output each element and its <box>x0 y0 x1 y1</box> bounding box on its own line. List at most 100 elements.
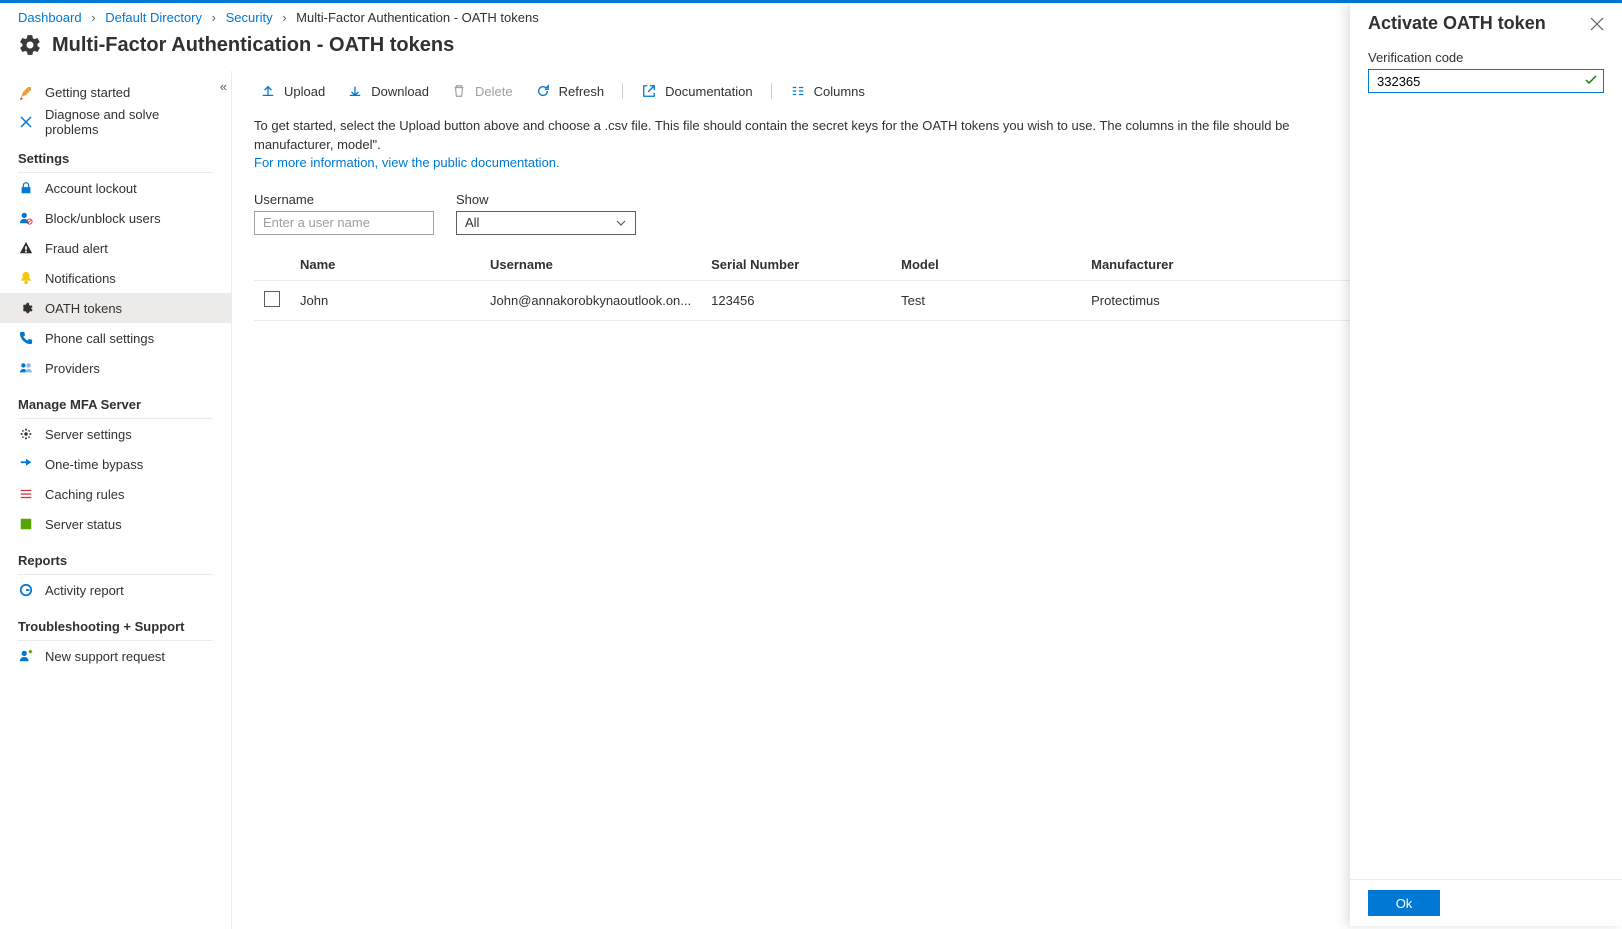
sidebar-item-phone-call[interactable]: Phone call settings <box>0 323 231 353</box>
sidebar-item-label: Server status <box>45 517 122 532</box>
gear-icon <box>18 33 42 57</box>
status-icon <box>18 516 34 532</box>
sidebar-item-label: OATH tokens <box>45 301 122 316</box>
columns-button[interactable]: Columns <box>780 76 875 106</box>
sidebar-heading-settings: Settings <box>0 137 231 172</box>
info-text: To get started, select the Upload button… <box>254 117 1304 155</box>
sidebar-item-diagnose[interactable]: Diagnose and solve problems <box>0 107 231 137</box>
toolbar-label: Download <box>371 84 429 99</box>
alert-icon <box>18 240 34 256</box>
delete-icon <box>451 83 467 99</box>
rocket-icon <box>18 84 34 100</box>
cell-name: John <box>290 280 480 320</box>
sidebar-item-oath-tokens[interactable]: OATH tokens <box>0 293 231 323</box>
toolbar-label: Delete <box>475 84 513 99</box>
bell-icon <box>18 270 34 286</box>
sidebar-item-new-support[interactable]: New support request <box>0 641 231 671</box>
sidebar-item-label: One-time bypass <box>45 457 143 472</box>
page-title: Multi-Factor Authentication - OATH token… <box>52 34 454 57</box>
providers-icon <box>18 360 34 376</box>
sidebar-item-label: Phone call settings <box>45 331 154 346</box>
block-icon <box>18 210 34 226</box>
toolbar-label: Upload <box>284 84 325 99</box>
cell-model: Test <box>891 280 1081 320</box>
chevron-right-icon: › <box>212 10 216 25</box>
toolbar-separator <box>771 83 772 99</box>
activate-token-panel: Activate OATH token Verification code Ok <box>1350 3 1622 926</box>
row-checkbox[interactable] <box>264 291 280 307</box>
table-header-name[interactable]: Name <box>290 249 480 281</box>
username-filter-input[interactable] <box>254 211 434 235</box>
activity-icon <box>18 582 34 598</box>
sidebar-item-getting-started[interactable]: Getting started <box>0 77 231 107</box>
lock-icon <box>18 180 34 196</box>
chevron-down-icon <box>615 217 627 229</box>
sidebar-item-block-unblock[interactable]: Block/unblock users <box>0 203 231 233</box>
chevron-right-icon: › <box>91 10 95 25</box>
gear-icon <box>18 300 34 316</box>
sidebar-item-label: Account lockout <box>45 181 137 196</box>
download-button[interactable]: Download <box>337 76 439 106</box>
collapse-sidebar-button[interactable]: « <box>220 79 227 94</box>
sidebar-item-label: Diagnose and solve problems <box>45 107 213 137</box>
refresh-button[interactable]: Refresh <box>525 76 615 106</box>
sidebar-item-one-time-bypass[interactable]: One-time bypass <box>0 449 231 479</box>
breadcrumb-directory[interactable]: Default Directory <box>105 10 202 25</box>
delete-button: Delete <box>441 76 523 106</box>
sidebar-item-notifications[interactable]: Notifications <box>0 263 231 293</box>
show-filter-value: All <box>465 215 479 230</box>
external-link-icon <box>641 83 657 99</box>
sidebar-item-label: Fraud alert <box>45 241 108 256</box>
sidebar-item-label: Server settings <box>45 427 132 442</box>
checkmark-icon <box>1584 73 1598 87</box>
sidebar-item-fraud-alert[interactable]: Fraud alert <box>0 233 231 263</box>
toolbar-label: Columns <box>814 84 865 99</box>
sidebar-item-activity-report[interactable]: Activity report <box>0 575 231 605</box>
sidebar-item-account-lockout[interactable]: Account lockout <box>0 173 231 203</box>
refresh-icon <box>535 83 551 99</box>
phone-icon <box>18 330 34 346</box>
sidebar-item-server-status[interactable]: Server status <box>0 509 231 539</box>
table-header-username[interactable]: Username <box>480 249 701 281</box>
sidebar-item-label: Notifications <box>45 271 116 286</box>
table-header-serial[interactable]: Serial Number <box>701 249 891 281</box>
diagnose-icon <box>18 114 34 130</box>
gear-icon <box>18 426 34 442</box>
upload-icon <box>260 83 276 99</box>
verification-code-input[interactable] <box>1368 69 1604 93</box>
breadcrumb-dashboard[interactable]: Dashboard <box>18 10 82 25</box>
bypass-icon <box>18 456 34 472</box>
toolbar-label: Documentation <box>665 84 752 99</box>
cache-icon <box>18 486 34 502</box>
close-icon[interactable] <box>1590 17 1604 31</box>
sidebar-item-providers[interactable]: Providers <box>0 353 231 383</box>
sidebar-item-server-settings[interactable]: Server settings <box>0 419 231 449</box>
sidebar-item-label: Getting started <box>45 85 130 100</box>
toolbar-separator <box>622 83 623 99</box>
breadcrumb-current: Multi-Factor Authentication - OATH token… <box>296 10 539 25</box>
table-header-model[interactable]: Model <box>891 249 1081 281</box>
documentation-button[interactable]: Documentation <box>631 76 762 106</box>
cell-username: John@annakorobkynaoutlook.on... <box>480 280 701 320</box>
sidebar-heading-reports: Reports <box>0 539 231 574</box>
download-icon <box>347 83 363 99</box>
sidebar-heading-support: Troubleshooting + Support <box>0 605 231 640</box>
show-filter-select[interactable]: All <box>456 211 636 235</box>
cell-serial: 123456 <box>701 280 891 320</box>
show-filter-label: Show <box>456 192 636 207</box>
breadcrumb-security[interactable]: Security <box>226 10 273 25</box>
ok-button[interactable]: Ok <box>1368 890 1440 916</box>
sidebar-item-label: New support request <box>45 649 165 664</box>
toolbar-label: Refresh <box>559 84 605 99</box>
panel-title: Activate OATH token <box>1368 13 1546 34</box>
sidebar: « Getting started Diagnose and solve pro… <box>0 71 232 929</box>
sidebar-item-label: Providers <box>45 361 100 376</box>
sidebar-item-label: Activity report <box>45 583 124 598</box>
upload-button[interactable]: Upload <box>250 76 335 106</box>
sidebar-heading-mfa: Manage MFA Server <box>0 383 231 418</box>
sidebar-item-caching-rules[interactable]: Caching rules <box>0 479 231 509</box>
columns-icon <box>790 83 806 99</box>
username-filter-label: Username <box>254 192 434 207</box>
sidebar-item-label: Caching rules <box>45 487 125 502</box>
sidebar-item-label: Block/unblock users <box>45 211 161 226</box>
